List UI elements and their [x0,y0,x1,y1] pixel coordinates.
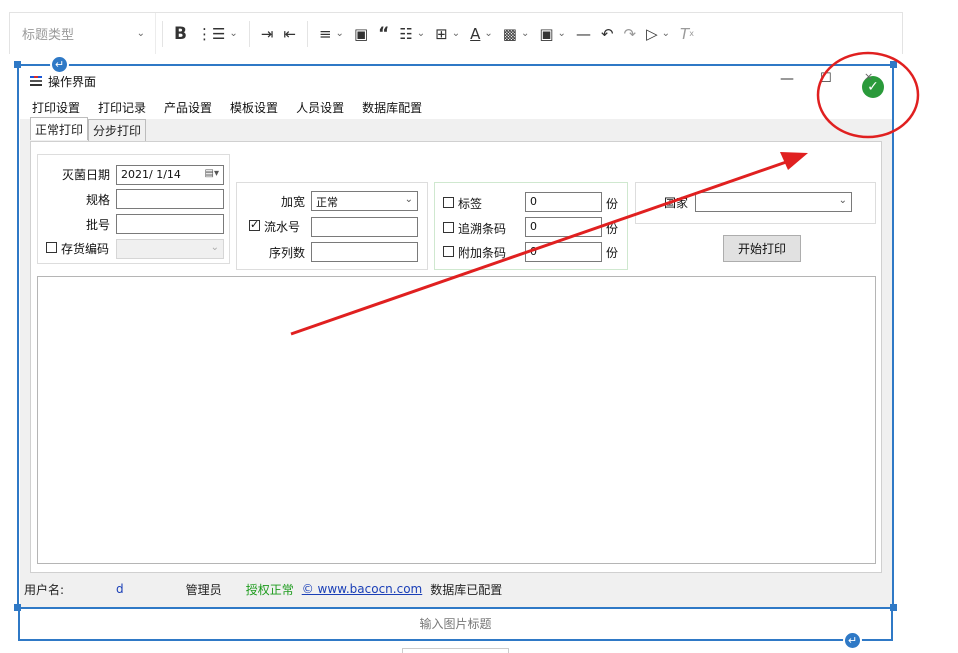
red-arrow-head [780,152,808,170]
close-icon[interactable]: × [864,70,873,83]
red-arrow-line [290,158,793,336]
annotation-layer [290,51,920,336]
